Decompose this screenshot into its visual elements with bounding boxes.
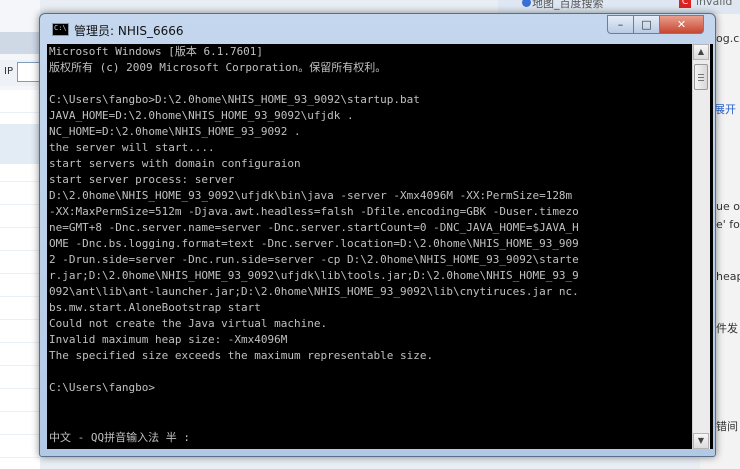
console-line: C:\Users\fangbo> [49,381,155,394]
browser-tab-baidu-map[interactable]: 地图_百度搜索 [532,0,604,11]
console-line: Microsoft Windows [版本 6.1.7601] [49,45,264,58]
scroll-up-arrow-icon[interactable]: ▲ [693,44,709,60]
grip-line [698,77,704,78]
console-line: start server process: server [49,173,235,186]
console-icon: C:\ [52,23,69,36]
console-line: Could not create the Java virtual machin… [49,317,328,330]
bg-text-fragment: ue o [716,200,740,213]
console-line: -XX:MaxPermSize=512m -Djava.awt.headless… [49,205,579,218]
console-line: C:\Users\fangbo>D:\2.0home\NHIS_HOME_93_… [49,93,420,106]
ip-input[interactable] [17,62,41,82]
grip-line [698,74,704,75]
window-title: 管理员: NHIS_6666 [74,24,184,38]
ime-status-bar: 中文 - QQ拼音输入法 半 : [49,431,190,444]
vertical-scrollbar[interactable]: ▲ ▼ [692,44,710,449]
console-line: Invalid maximum heap size: -Xmx4096M [49,333,288,346]
console-line: 版权所有 (c) 2009 Microsoft Corporation。保留所有… [49,61,387,74]
bg-text-fragment: heap [716,270,740,283]
browser-tab-invalid[interactable]: invalid [696,0,732,8]
console-line: r.jar;D:\2.0home\NHIS_HOME_93_9092\ufjdk… [49,269,579,282]
console-line: D:\2.0home\NHIS_HOME_93_9092\ufjdk\bin\j… [49,189,573,202]
console-line: OME -Dnc.bs.logging.format=text -Dnc.ser… [49,237,579,250]
title-bar[interactable]: C:\ 管理员: NHIS_6666 – □ ✕ [40,14,715,44]
background-left-window: IP [0,0,41,469]
grip-line [698,80,704,81]
console-line: JAVA_HOME=D:\2.0home\NHIS_HOME_93_9092\u… [49,109,354,122]
console-line: start servers with domain configuraion [49,157,301,170]
bg-text-fragment: 错间 [716,420,738,433]
console-line: the server will start.... [49,141,215,154]
ip-label: IP [4,66,13,77]
minimize-button[interactable]: – [607,15,634,34]
console-line: NC_HOME=D:\2.0home\NHIS_HOME_93_9092 . [49,125,301,138]
c-logo-icon: C [679,0,691,8]
console-line: bs.mw.start.AloneBootstrap start [49,301,261,314]
scrollbar-thumb[interactable] [694,64,708,90]
maximize-button[interactable]: □ [633,15,660,34]
bg-link-expand[interactable]: 展开 [714,101,736,117]
console-client-area[interactable]: Microsoft Windows [版本 6.1.7601] 版权所有 (c) … [47,44,713,449]
baidu-icon [522,0,531,7]
console-line: 092\ant\lib\ant-launcher.jar;D:\2.0home\… [49,285,579,298]
bg-text-fragment: e' fo [716,218,740,231]
background-row-highlight [0,124,40,164]
background-header-band [0,32,40,54]
close-button[interactable]: ✕ [659,15,704,34]
bg-text-fragment: og.c [716,32,740,45]
bg-text-fragment: 件发 [716,322,738,335]
console-output[interactable]: Microsoft Windows [版本 6.1.7601] 版权所有 (c) … [49,44,689,396]
console-line: 2 -Drun.side=server -Dnc.run.side=server… [49,253,579,266]
scroll-down-arrow-icon[interactable]: ▼ [693,433,709,449]
console-line: ne=GMT+8 -Dnc.server.name=server -Dnc.se… [49,221,579,234]
console-window[interactable]: C:\ 管理员: NHIS_6666 – □ ✕ Microsoft Windo… [39,13,716,457]
browser-tab-strip: 地图_百度搜索 C invalid [498,0,740,14]
console-line: The specified size exceeds the maximum r… [49,349,434,362]
